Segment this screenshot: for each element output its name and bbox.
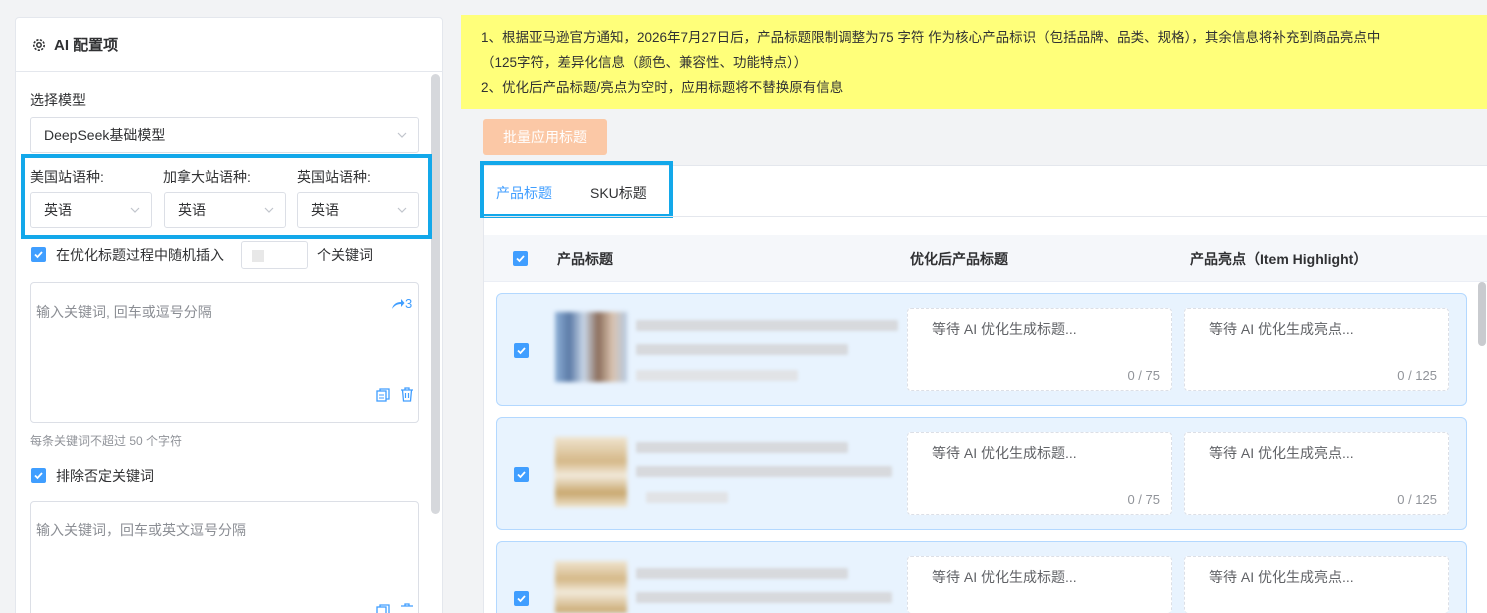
highlight-placeholder: 等待 AI 优化生成亮点... <box>1209 445 1354 461</box>
ca-lang-value: 英语 <box>178 202 206 218</box>
highlight-char-count: 0 / 125 <box>1397 492 1437 507</box>
insert-keywords-checkbox[interactable] <box>31 247 46 262</box>
chevron-down-icon <box>397 207 407 213</box>
uk-lang-value: 英语 <box>311 202 339 218</box>
panel-scrollbar[interactable] <box>431 74 440 514</box>
exclude-negative-label: 排除否定关键词 <box>56 468 154 484</box>
tab-sku-title[interactable]: SKU标题 <box>590 183 647 203</box>
check-icon <box>517 595 526 603</box>
product-thumbnail <box>555 312 627 382</box>
chevron-down-icon <box>264 207 274 213</box>
tabs-divider <box>484 216 1487 217</box>
notice-line-2: （125字符，差异化信息（颜色、兼容性、功能特点）） <box>481 55 808 70</box>
copy-icon[interactable] <box>376 604 390 613</box>
delete-icon[interactable] <box>400 603 414 613</box>
title-char-count: 0 / 75 <box>1127 492 1160 507</box>
product-title-blurred <box>636 320 898 331</box>
keyword-count-input[interactable] <box>241 241 308 269</box>
share-arrow-icon <box>392 298 405 309</box>
ca-lang-select[interactable]: 英语 <box>164 192 286 228</box>
notice-banner: 1、根据亚马逊官方通知，2026年7月27日后，产品标题限制调整为75 字符 作… <box>461 15 1487 109</box>
product-title-blurred <box>636 344 848 355</box>
product-sku-blurred <box>636 370 798 381</box>
highlight-char-count: 0 / 125 <box>1397 368 1437 383</box>
negative-keywords-textarea[interactable] <box>30 501 419 613</box>
column-header-optimized-title: 优化后产品标题 <box>910 251 1008 267</box>
title-char-count: 0 / 75 <box>1127 368 1160 383</box>
optimized-title-field[interactable]: 等待 AI 优化生成标题... 0 / 75 <box>907 308 1172 391</box>
product-title-blurred <box>636 592 892 603</box>
highlight-placeholder: 等待 AI 优化生成亮点... <box>1209 569 1354 585</box>
model-select[interactable]: DeepSeek基础模型 <box>30 117 419 153</box>
check-icon <box>516 255 525 263</box>
keyword-share-button[interactable]: 3 <box>391 296 412 311</box>
column-header-title: 产品标题 <box>557 251 613 267</box>
notice-line-3: 2、优化后产品标题/亮点为空时，应用标题将不替换原有信息 <box>481 80 844 95</box>
delete-icon[interactable] <box>400 387 414 402</box>
product-title-blurred <box>636 568 848 579</box>
select-all-checkbox[interactable] <box>513 251 528 266</box>
row-checkbox[interactable] <box>514 467 529 482</box>
optimized-title-placeholder: 等待 AI 优化生成标题... <box>932 569 1077 585</box>
us-lang-label: 美国站语种: <box>30 169 104 185</box>
us-lang-select[interactable]: 英语 <box>30 192 152 228</box>
highlight-placeholder: 等待 AI 优化生成亮点... <box>1209 321 1354 337</box>
optimized-title-field[interactable]: 等待 AI 优化生成标题... <box>907 556 1172 613</box>
panel-title: AI 配置项 <box>54 37 119 54</box>
uk-lang-select[interactable]: 英语 <box>297 192 419 228</box>
column-header-highlight: 产品亮点（Item Highlight） <box>1190 251 1368 267</box>
panel-header: AI 配置项 <box>16 18 442 72</box>
row-checkbox[interactable] <box>514 591 529 606</box>
insert-keywords-label: 在优化标题过程中随机插入 <box>56 247 224 263</box>
highlight-field[interactable]: 等待 AI 优化生成亮点... 0 / 125 <box>1184 432 1449 515</box>
negative-keywords-placeholder: 输入关键词，回车或英文逗号分隔 <box>36 522 246 538</box>
product-title-blurred <box>636 466 892 477</box>
batch-apply-button[interactable]: 批量应用标题 <box>483 119 607 155</box>
chevron-down-icon <box>397 132 407 138</box>
copy-icon[interactable] <box>376 388 390 402</box>
product-thumbnail <box>555 437 627 507</box>
product-sku-blurred <box>646 492 728 503</box>
notice-line-1: 1、根据亚马逊官方通知，2026年7月27日后，产品标题限制调整为75 字符 作… <box>481 30 1381 45</box>
tab-product-title[interactable]: 产品标题 <box>496 183 552 203</box>
optimized-title-placeholder: 等待 AI 优化生成标题... <box>932 321 1077 337</box>
product-thumbnail <box>555 561 627 613</box>
keywords-hint: 每条关键词不超过 50 个字符 <box>30 434 183 448</box>
highlight-field[interactable]: 等待 AI 优化生成亮点... 0 / 125 <box>1184 308 1449 391</box>
keywords-placeholder: 输入关键词, 回车或逗号分隔 <box>36 304 212 320</box>
chevron-down-icon <box>130 207 140 213</box>
check-icon <box>517 471 526 479</box>
check-icon <box>517 347 526 355</box>
ca-lang-label: 加拿大站语种: <box>163 169 251 185</box>
check-icon <box>34 251 43 259</box>
model-select-value: DeepSeek基础模型 <box>44 127 166 143</box>
product-title-blurred <box>636 442 848 453</box>
check-icon <box>34 472 43 480</box>
model-label: 选择模型 <box>30 92 86 108</box>
uk-lang-label: 英国站语种: <box>297 169 371 185</box>
optimized-title-placeholder: 等待 AI 优化生成标题... <box>932 445 1077 461</box>
highlight-field[interactable]: 等待 AI 优化生成亮点... <box>1184 556 1449 613</box>
us-lang-value: 英语 <box>44 202 72 218</box>
exclude-negative-checkbox[interactable] <box>31 468 46 483</box>
table-scrollbar[interactable] <box>1478 282 1486 346</box>
keyword-share-count: 3 <box>405 296 413 311</box>
gear-icon <box>33 38 45 51</box>
insert-keywords-suffix: 个关键词 <box>317 247 373 263</box>
row-checkbox[interactable] <box>514 343 529 358</box>
optimized-title-field[interactable]: 等待 AI 优化生成标题... 0 / 75 <box>907 432 1172 515</box>
